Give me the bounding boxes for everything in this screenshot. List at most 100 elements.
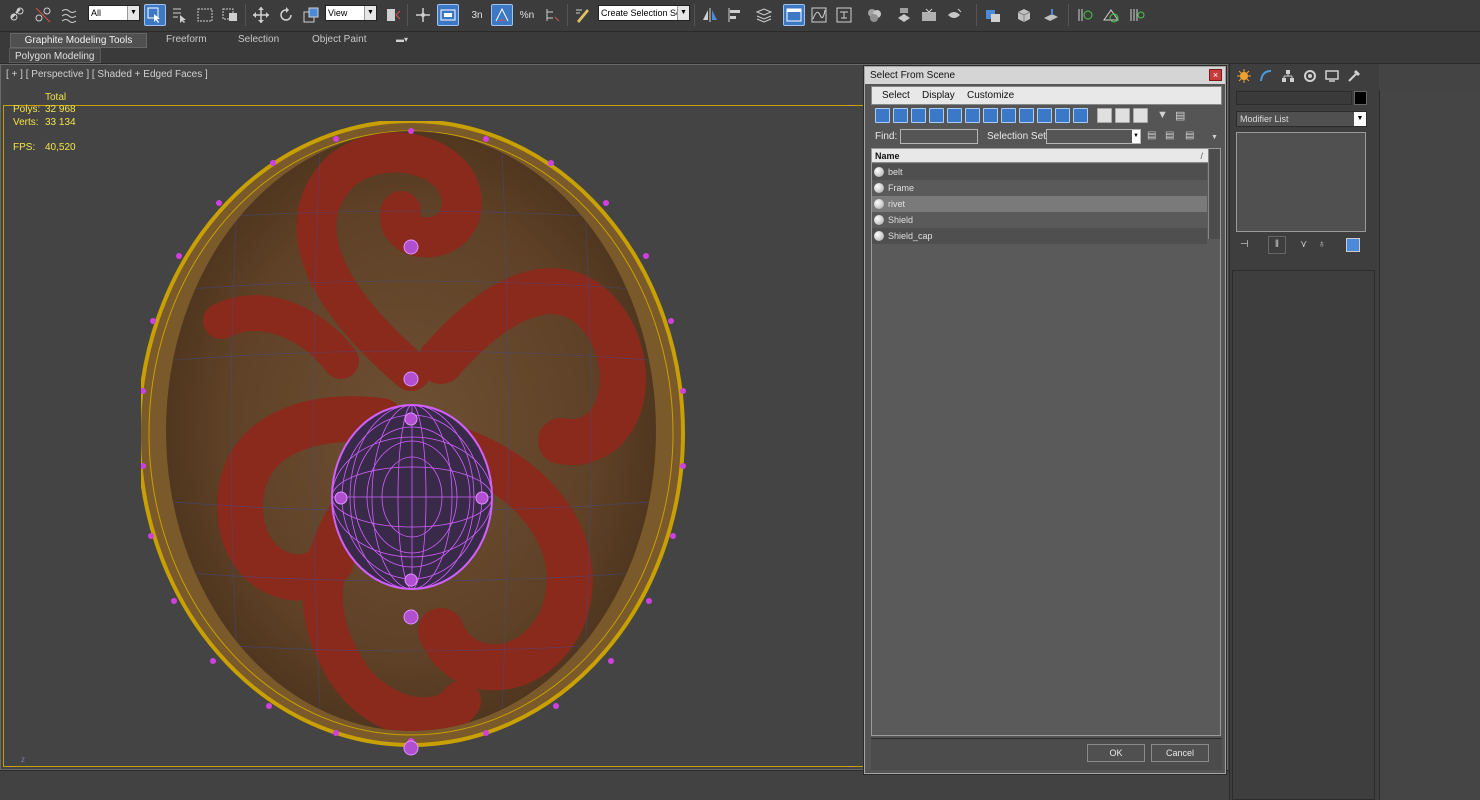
snaps-toggle-icon[interactable]: 3n — [466, 4, 488, 26]
menu-display[interactable]: Display — [922, 90, 955, 101]
rendered-frame-window-icon[interactable] — [918, 4, 940, 26]
extrude-icon[interactable] — [1040, 4, 1062, 26]
display-shapes-icon[interactable] — [893, 108, 908, 123]
display-hidden-icon[interactable] — [1073, 108, 1088, 123]
list-scrollbar[interactable] — [1208, 149, 1220, 239]
object-row-frame[interactable]: Frame — [872, 180, 1207, 196]
reference-coordinate-dropdown[interactable]: View ▼ — [325, 5, 377, 21]
keyboard-shortcut-override-icon[interactable] — [437, 4, 459, 26]
modify-tab-icon[interactable] — [1256, 67, 1276, 85]
polygon-modeling-panel[interactable]: Polygon Modeling — [9, 48, 101, 63]
ok-button[interactable]: OK — [1087, 744, 1145, 762]
close-icon[interactable]: × — [1209, 69, 1222, 81]
render-setup-icon[interactable] — [893, 4, 915, 26]
hierarchy-tab-icon[interactable] — [1278, 67, 1298, 85]
select-and-link-icon[interactable] — [6, 4, 28, 26]
selection-set-dropdown[interactable]: ▼ — [1046, 129, 1141, 144]
geometry-object-icon — [874, 215, 884, 225]
use-pivot-center-icon[interactable] — [382, 4, 404, 26]
graphite-modeling-toggle-icon[interactable] — [783, 4, 805, 26]
cancel-button[interactable]: Cancel — [1151, 744, 1209, 762]
display-frozen-icon[interactable] — [1055, 108, 1070, 123]
display-space-warps-icon[interactable] — [965, 108, 980, 123]
configure-modifier-sets-icon[interactable] — [1346, 238, 1360, 252]
menu-select[interactable]: Select — [882, 90, 910, 101]
community-icon[interactable] — [982, 4, 1004, 26]
geometry-object-icon — [874, 231, 884, 241]
create-box-icon[interactable] — [1013, 4, 1035, 26]
expand-options-icon[interactable]: ▼ — [1211, 134, 1218, 141]
object-row-shield_cap[interactable]: Shield_cap — [872, 228, 1207, 244]
utilities-tab-icon[interactable] — [1344, 67, 1364, 85]
set-key-icon[interactable] — [1126, 4, 1148, 26]
schematic-view-icon[interactable] — [833, 4, 855, 26]
display-bones-icon[interactable] — [1019, 108, 1034, 123]
angle-snap-toggle-icon[interactable] — [491, 4, 513, 26]
tab-graphite-modeling-tools[interactable]: Graphite Modeling Tools — [10, 33, 147, 48]
named-selection-sets-dropdown[interactable]: Create Selection Se ▼ — [598, 5, 690, 21]
select-none-icon[interactable]: ▤ — [1165, 130, 1174, 141]
material-editor-icon[interactable] — [863, 4, 885, 26]
find-input[interactable] — [900, 129, 978, 144]
mirror-icon[interactable] — [699, 4, 721, 26]
layer-manager-icon[interactable] — [753, 4, 775, 26]
curve-editor-icon[interactable] — [808, 4, 830, 26]
select-all-icon[interactable]: ▤ — [1147, 130, 1156, 141]
display-geometry-icon[interactable] — [875, 108, 890, 123]
viewport-label[interactable]: [ + ] [ Perspective ] [ Shaded + Edged F… — [6, 69, 208, 80]
tab-object-paint[interactable]: Object Paint — [304, 33, 374, 48]
align-icon[interactable] — [724, 4, 746, 26]
select-and-scale-icon[interactable] — [300, 4, 322, 26]
selection-filter-dropdown[interactable]: All ▼ — [88, 5, 140, 21]
object-color-swatch[interactable] — [1354, 91, 1367, 105]
menu-customize[interactable]: Customize — [967, 90, 1014, 101]
tab-freeform[interactable]: Freeform — [158, 33, 215, 48]
select-and-move-icon[interactable] — [250, 4, 272, 26]
display-none-icon[interactable] — [1115, 108, 1130, 123]
auto-key-icon[interactable] — [1100, 4, 1122, 26]
make-unique-icon[interactable]: ⋎ — [1300, 239, 1307, 250]
select-and-manipulate-icon[interactable] — [412, 4, 434, 26]
object-row-shield[interactable]: Shield — [872, 212, 1207, 228]
spinner-snap-toggle-icon[interactable] — [541, 4, 563, 26]
column-header-name[interactable]: Name / — [872, 149, 1209, 163]
display-groups-icon[interactable] — [983, 108, 998, 123]
tab-selection[interactable]: Selection — [230, 33, 287, 48]
select-object-icon[interactable] — [144, 4, 166, 26]
edit-named-selection-icon[interactable] — [572, 4, 594, 26]
modifier-stack[interactable] — [1236, 132, 1366, 232]
display-cameras-icon[interactable] — [929, 108, 944, 123]
rectangular-selection-icon[interactable] — [194, 4, 216, 26]
object-row-rivet[interactable]: rivet — [872, 196, 1207, 212]
motion-tab-icon[interactable] — [1300, 67, 1320, 85]
select-and-rotate-icon[interactable] — [275, 4, 297, 26]
object-row-belt[interactable]: belt — [872, 164, 1207, 180]
bind-to-space-warp-icon[interactable] — [58, 4, 80, 26]
select-invert-icon[interactable]: ▤ — [1185, 130, 1194, 141]
filter-options-icon[interactable]: ▤ — [1175, 109, 1185, 122]
key-mode-icon[interactable] — [1074, 4, 1096, 26]
display-tab-icon[interactable] — [1322, 67, 1342, 85]
window-crossing-icon[interactable] — [219, 4, 241, 26]
display-containers-icon[interactable] — [1037, 108, 1052, 123]
display-lights-icon[interactable] — [911, 108, 926, 123]
shield-model[interactable] — [141, 121, 721, 761]
modifier-list-dropdown[interactable]: Modifier List ▼ — [1236, 111, 1367, 127]
ribbon-options-icon[interactable]: ▬▾ — [396, 35, 416, 46]
percent-snap-toggle-icon[interactable]: %n — [516, 4, 538, 26]
display-xrefs-icon[interactable] — [1001, 108, 1016, 123]
selection-set-label: Selection Set: — [987, 131, 1049, 142]
dialog-title-bar[interactable]: Select From Scene × — [865, 67, 1225, 84]
display-all-icon[interactable] — [1097, 108, 1112, 123]
remove-modifier-icon[interactable]: ♁ — [1318, 239, 1326, 250]
render-production-icon[interactable] — [943, 4, 965, 26]
display-helpers-icon[interactable] — [947, 108, 962, 123]
pin-stack-icon[interactable]: ⊣ — [1240, 239, 1249, 250]
show-end-result-icon[interactable]: ‖ — [1268, 236, 1286, 254]
unlink-selection-icon[interactable] — [32, 4, 54, 26]
create-tab-icon[interactable] — [1234, 67, 1254, 85]
object-name-field[interactable] — [1236, 91, 1352, 105]
filter-icon[interactable]: ▼ — [1157, 109, 1168, 121]
select-by-name-icon[interactable] — [169, 4, 191, 26]
display-invert-icon[interactable] — [1133, 108, 1148, 123]
